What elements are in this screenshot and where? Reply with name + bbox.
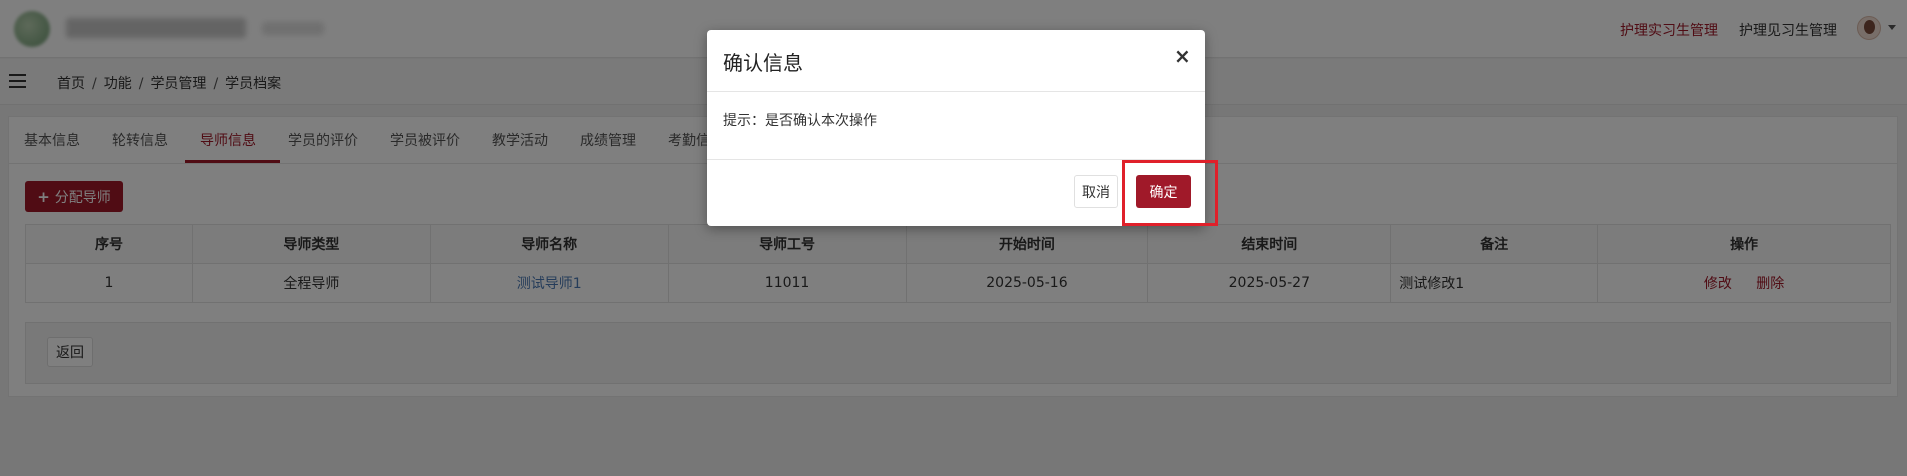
close-icon[interactable]: × [1174,44,1191,68]
dialog-header: 确认信息 × [707,30,1205,92]
dialog-message: 提示：是否确认本次操作 [723,113,877,129]
dialog-title: 确认信息 [723,51,803,75]
cancel-button[interactable]: 取消 [1074,175,1118,208]
highlight-annotation [1122,160,1218,226]
